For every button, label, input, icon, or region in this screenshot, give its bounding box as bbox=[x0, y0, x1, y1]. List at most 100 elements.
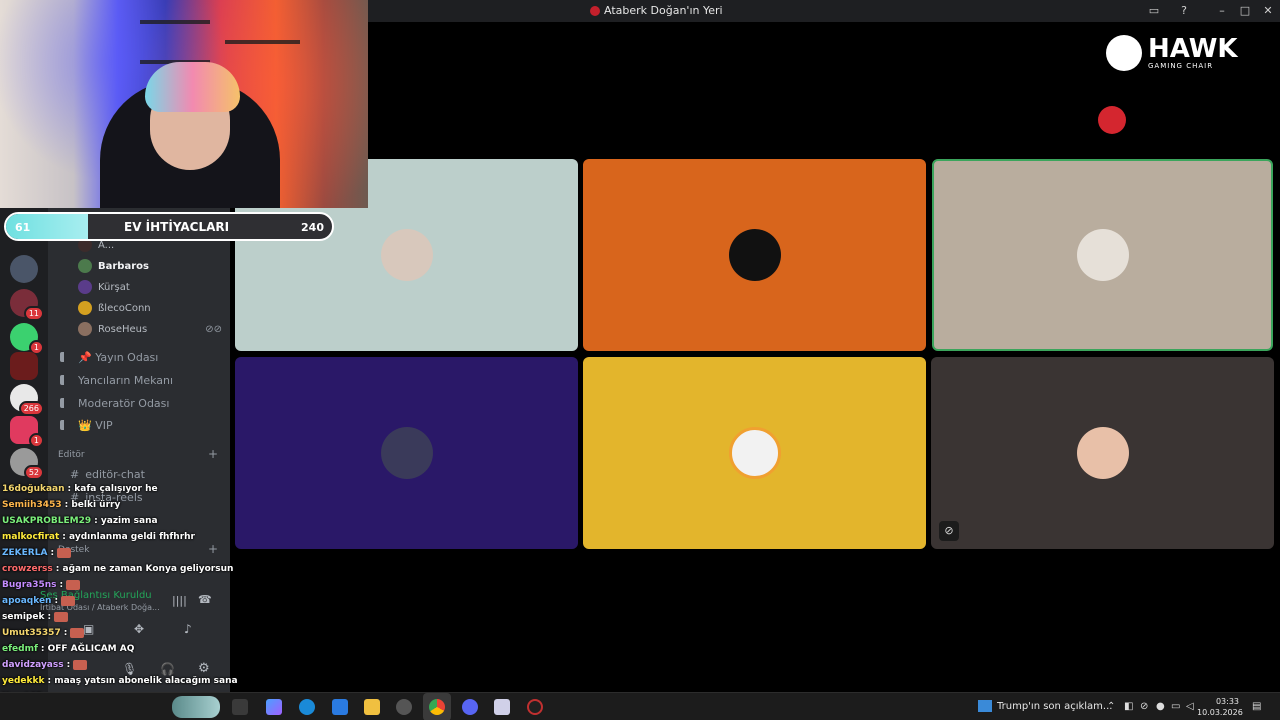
server-icon[interactable]: 266 bbox=[10, 384, 44, 416]
chat-username[interactable]: davidzayass bbox=[2, 657, 64, 673]
chat-username[interactable]: Bugra35ns bbox=[2, 577, 57, 593]
streamer-webcam bbox=[0, 0, 368, 208]
file-explorer-icon[interactable] bbox=[364, 699, 380, 715]
hawk-logo-icon bbox=[1106, 35, 1142, 71]
avatar bbox=[78, 301, 92, 315]
chat-message: efedmf: OFF AĞLICAM AQ bbox=[2, 641, 332, 657]
chevron-up-icon[interactable]: ⌃ bbox=[1107, 701, 1115, 712]
emote-icon bbox=[61, 596, 76, 606]
chat-message: ZEKERLA: bbox=[2, 545, 332, 561]
voice-user[interactable]: Kürşat bbox=[78, 278, 130, 296]
chat-username[interactable]: efedmf bbox=[2, 641, 38, 657]
server-icon[interactable]: 52 bbox=[10, 448, 44, 480]
chat-username[interactable]: 16doğukaan bbox=[2, 481, 65, 497]
chat-username[interactable]: USAKPROBLEM29 bbox=[2, 513, 91, 529]
chat-message: yedekkk: maaş yatsın abonelik alacağım s… bbox=[2, 673, 332, 689]
donation-goal-bar: 61 EV İHTİYACLARI 240 bbox=[4, 212, 334, 241]
xbox-icon[interactable] bbox=[396, 699, 412, 715]
tray-icon[interactable]: ◧ bbox=[1124, 701, 1133, 712]
speaker-icon bbox=[60, 420, 72, 430]
chat-username[interactable]: malkocfirat bbox=[2, 529, 59, 545]
chat-text: : bbox=[50, 548, 55, 558]
server-icon[interactable]: 1 bbox=[10, 416, 44, 448]
server-icon[interactable]: 11 bbox=[10, 289, 44, 321]
voice-channel-label: Moderatör Odası bbox=[78, 396, 170, 410]
shelf bbox=[140, 20, 210, 24]
edge-icon[interactable] bbox=[299, 699, 315, 715]
chat-text: : bbox=[47, 612, 52, 622]
chat-username[interactable]: semipek bbox=[2, 609, 44, 625]
voice-channel[interactable]: Moderatör Odası bbox=[60, 394, 169, 412]
microphone-icon[interactable]: ● bbox=[1156, 701, 1165, 712]
server-icon[interactable] bbox=[10, 352, 38, 380]
server-badge: 52 bbox=[23, 465, 44, 480]
chat-username[interactable]: Semiih3453 bbox=[2, 497, 62, 513]
voice-channel[interactable]: Yancıların Mekanı bbox=[60, 371, 173, 389]
avatar bbox=[1076, 427, 1129, 479]
voice-user[interactable]: Barbaros bbox=[78, 257, 149, 275]
chat-username[interactable]: ZEKERLA bbox=[2, 545, 47, 561]
discord-icon[interactable] bbox=[462, 699, 478, 715]
widgets-icon[interactable] bbox=[172, 696, 220, 718]
app-icon[interactable] bbox=[494, 699, 510, 715]
chrome-icon[interactable] bbox=[429, 699, 445, 715]
voice-channel[interactable]: 👑 VIP bbox=[60, 416, 113, 434]
voice-user[interactable]: ßlecoConn bbox=[78, 299, 151, 317]
close-icon[interactable]: ✕ bbox=[1260, 3, 1276, 19]
participant-tile-speaking[interactable] bbox=[932, 159, 1273, 351]
goal-end: 240 bbox=[301, 221, 324, 234]
server-badge: 266 bbox=[18, 401, 44, 416]
maximize-icon[interactable]: □ bbox=[1237, 3, 1253, 19]
stream-logo-icon bbox=[1098, 106, 1126, 134]
voice-channel-label: Yancıların Mekanı bbox=[78, 373, 174, 387]
voice-user-name: Barbaros bbox=[98, 260, 149, 272]
avatar bbox=[728, 229, 781, 281]
streamer-hair bbox=[145, 62, 240, 112]
store-icon[interactable] bbox=[332, 699, 348, 715]
stream-chat: 16doğukaan: kafa çalışıyor he Semiih3453:… bbox=[2, 481, 332, 718]
chat-text: : aydınlanma geldi fhfhrhr bbox=[62, 532, 195, 542]
emote-icon bbox=[57, 548, 72, 558]
obs-icon[interactable] bbox=[527, 699, 543, 715]
chat-username[interactable]: crowzerss bbox=[2, 561, 53, 577]
clock-date: 10.03.2026 bbox=[1197, 708, 1243, 717]
add-channel-icon[interactable]: + bbox=[208, 447, 218, 461]
task-view-icon[interactable] bbox=[232, 699, 248, 715]
chat-username[interactable]: apoaqken bbox=[2, 593, 51, 609]
tray-icon[interactable]: ⊘ bbox=[1140, 701, 1148, 712]
emote-icon bbox=[73, 660, 88, 670]
speaker-icon bbox=[60, 398, 72, 408]
clock[interactable]: 03:33 10.03.2026 bbox=[1197, 696, 1243, 718]
network-icon[interactable]: ▭ bbox=[1171, 701, 1180, 712]
chat-username[interactable]: yedekkk bbox=[2, 673, 44, 689]
participant-tile[interactable]: ⊘ bbox=[931, 357, 1274, 549]
category-editor[interactable]: Editör bbox=[58, 450, 85, 460]
inbox-icon[interactable]: ▭ bbox=[1146, 3, 1162, 19]
avatar bbox=[78, 322, 92, 336]
chat-username[interactable]: Umut35357 bbox=[2, 625, 61, 641]
chat-message: semipek: bbox=[2, 609, 332, 625]
minimize-icon[interactable]: – bbox=[1214, 3, 1230, 19]
voice-user-name: ßlecoConn bbox=[98, 302, 151, 314]
window-title-text: Ataberk Doğan'ın Yeri bbox=[604, 4, 723, 17]
emote-icon bbox=[54, 612, 69, 622]
voice-channel[interactable]: 📌 Yayın Odası bbox=[60, 348, 158, 366]
server-icon[interactable]: 1 bbox=[10, 323, 44, 355]
news-icon bbox=[978, 700, 992, 712]
chat-message: Umut35357: bbox=[2, 625, 332, 641]
volume-icon[interactable]: ◁ bbox=[1186, 701, 1194, 712]
chat-message: Semiih3453: belki ürry bbox=[2, 497, 332, 513]
help-icon[interactable]: ? bbox=[1176, 3, 1192, 19]
participant-tile[interactable] bbox=[583, 357, 926, 549]
participant-tile[interactable] bbox=[583, 159, 926, 351]
chat-text: : bbox=[66, 660, 71, 670]
avatar bbox=[728, 427, 781, 479]
voice-user[interactable]: RoseHeus ⊘⊘ bbox=[78, 320, 222, 338]
notification-icon[interactable]: ▤ bbox=[1252, 701, 1261, 712]
news-widget[interactable]: Trump'ın son açıklam... bbox=[978, 700, 1112, 712]
copilot-icon[interactable] bbox=[266, 699, 282, 715]
shelf bbox=[225, 40, 300, 44]
server-icon[interactable] bbox=[10, 255, 38, 283]
server-icon bbox=[590, 5, 600, 16]
chat-text: : bbox=[59, 580, 64, 590]
